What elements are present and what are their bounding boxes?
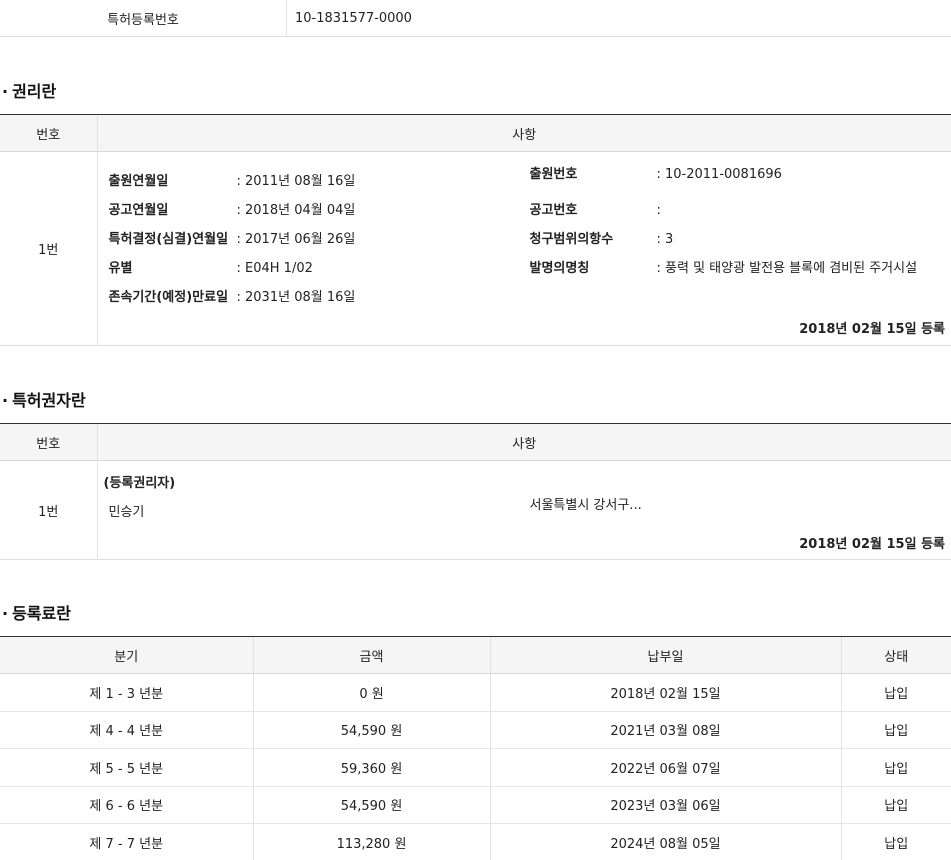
table-row: 제 6 - 6 년분 54,590 원 2023년 03월 06일 납입	[0, 786, 951, 824]
owners-row-detail: (등록권리자) 민승기 서울특별시 강서구... 2018년 02월 15일 등…	[97, 461, 951, 560]
fees-col-paid-date: 납부일	[489, 636, 841, 674]
rights-row-detail: 출원연월일: 2011년 08월 16일 공고연월일: 2018년 04월 04…	[97, 152, 951, 346]
fee-period: 제 6 - 6 년분	[0, 786, 253, 824]
rights-section-title: · 권리란	[2, 82, 57, 101]
fee-amount: 0 원	[252, 673, 490, 712]
fee-status: 납입	[840, 823, 951, 860]
owners-registered-date: 2018년 02월 15일 등록	[799, 537, 945, 552]
table-row: 제 7 - 7 년분 113,280 원 2024년 08월 05일 납입	[0, 823, 951, 860]
rights-col-num: 번호	[0, 114, 97, 152]
application-number-item: 출원번호: 10-2011-0081696	[529, 167, 782, 182]
fee-paid-date: 2022년 06월 07일	[489, 748, 841, 787]
owner-role: (등록권리자)	[103, 476, 176, 491]
table-row: 제 1 - 3 년분 0 원 2018년 02월 15일 납입	[0, 673, 951, 712]
fee-paid-date: 2023년 03월 06일	[489, 786, 841, 824]
fee-amount: 113,280 원	[252, 823, 490, 860]
fee-period: 제 1 - 3 년분	[0, 673, 253, 712]
rights-registered-date: 2018년 02월 15일 등록	[799, 322, 945, 337]
owner-name: 민승기	[108, 505, 145, 520]
claims-count-item: 청구범위의항수: 3	[529, 232, 674, 247]
rights-row: 1번 출원연월일: 2011년 08월 16일 공고연월일: 2018년 04월…	[0, 151, 951, 346]
fee-period: 제 7 - 7 년분	[0, 823, 253, 860]
owner-address: 서울특별시 강서구...	[529, 498, 642, 513]
invention-title-item: 발명의명칭: 풍력 및 태양광 발전용 블록에 겸비된 주거시설	[529, 261, 918, 276]
decision-date-item: 특허결정(심결)연월일: 2017년 06월 26일	[108, 232, 356, 247]
fee-paid-date: 2018년 02월 15일	[489, 673, 841, 712]
fee-status: 납입	[840, 786, 951, 824]
rights-row-num: 1번	[0, 151, 98, 346]
fees-col-period: 분기	[0, 636, 253, 674]
owners-col-detail: 사항	[96, 423, 951, 461]
filing-date-item: 출원연월일: 2011년 08월 16일	[108, 174, 356, 189]
publication-number-item: 공고번호:	[529, 203, 661, 218]
classification-item: 유별: E04H 1/02	[108, 261, 313, 276]
publication-date-item: 공고연월일: 2018년 04월 04일	[108, 203, 356, 218]
table-row: 제 5 - 5 년분 59,360 원 2022년 06월 07일 납입	[0, 748, 951, 787]
patent-number-row: 특허등록번호 10-1831577-0000	[0, 0, 951, 37]
fee-paid-date: 2024년 08월 05일	[489, 823, 841, 860]
rights-col-detail: 사항	[96, 114, 951, 152]
fees-table: 분기 금액 납부일 상태 제 1 - 3 년분 0 원 2018년 02월 15…	[0, 636, 951, 860]
patent-number-value: 10-1831577-0000	[295, 10, 412, 26]
fees-col-amount: 금액	[252, 636, 490, 674]
fees-section-title: · 등록료란	[2, 604, 71, 623]
owners-row-num: 1번	[0, 460, 98, 560]
fee-amount: 54,590 원	[252, 711, 490, 749]
fee-paid-date: 2021년 03월 08일	[489, 711, 841, 749]
owners-col-num: 번호	[0, 423, 97, 461]
fee-status: 납입	[840, 711, 951, 749]
fee-amount: 59,360 원	[252, 748, 490, 787]
owners-table: 번호 사항 1번 (등록권리자) 민승기 서울특별시 강서구... 2018년 …	[0, 423, 951, 560]
fee-status: 납입	[840, 673, 951, 712]
expiry-date-item: 존속기간(예정)만료일: 2031년 08월 16일	[108, 290, 356, 305]
fees-col-status: 상태	[840, 636, 951, 674]
fee-status: 납입	[840, 748, 951, 787]
patent-number-label: 특허등록번호	[0, 0, 287, 36]
owners-row: 1번 (등록권리자) 민승기 서울특별시 강서구... 2018년 02월 15…	[0, 460, 951, 560]
owners-section-title: · 특허권자란	[2, 391, 86, 410]
fee-period: 제 4 - 4 년분	[0, 711, 253, 749]
rights-table: 번호 사항 1번 출원연월일: 2011년 08월 16일 공고연월일: 201…	[0, 114, 951, 346]
fee-period: 제 5 - 5 년분	[0, 748, 253, 787]
table-row: 제 4 - 4 년분 54,590 원 2021년 03월 08일 납입	[0, 711, 951, 749]
fee-amount: 54,590 원	[252, 786, 490, 824]
